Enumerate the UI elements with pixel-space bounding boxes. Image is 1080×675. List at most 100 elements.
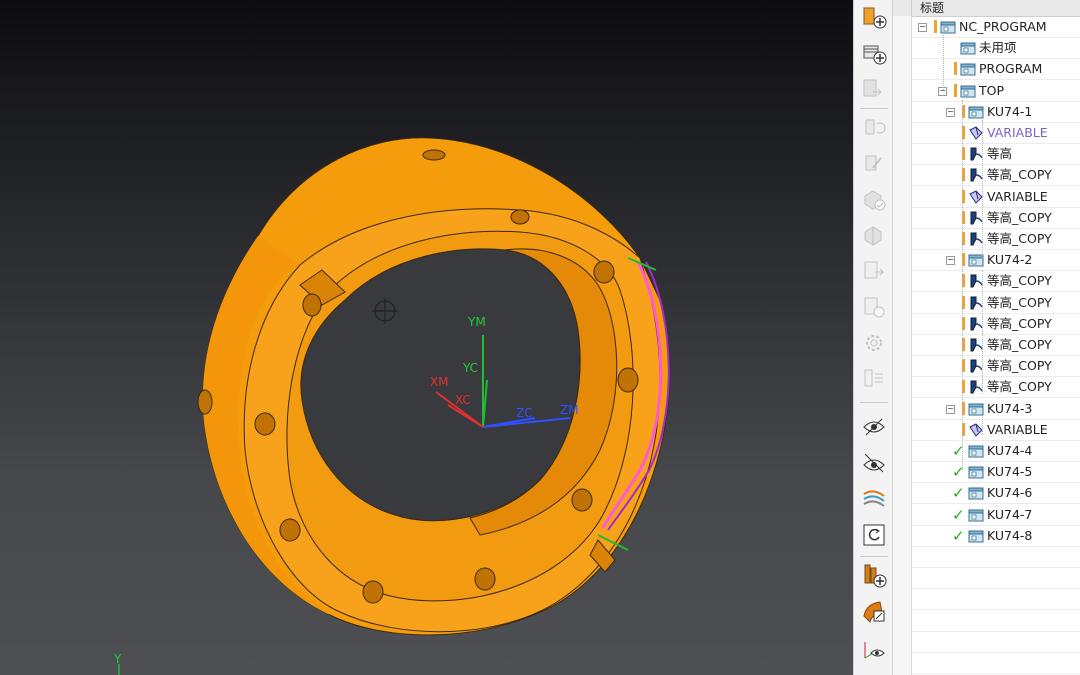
tree-connector bbox=[982, 120, 983, 258]
program-folder-icon bbox=[968, 507, 984, 523]
axis-label-xm: XM bbox=[430, 375, 449, 389]
tree-row[interactable]: 等高_COPY bbox=[912, 356, 1080, 378]
machine-icon[interactable] bbox=[858, 220, 890, 250]
column-header-title[interactable]: 标题 bbox=[920, 0, 944, 16]
status-needs-regen-icon bbox=[954, 62, 957, 76]
tree-row[interactable]: 等高_COPY bbox=[912, 377, 1080, 399]
tree-connector bbox=[982, 417, 983, 434]
bolt-hole bbox=[593, 260, 615, 284]
tree-row-label: NC_PROGRAM bbox=[959, 19, 1047, 34]
program-folder-icon bbox=[968, 401, 984, 417]
operation-navigator: 标题 − NC_PROGRAM 未用项 PROGRAM − TOP − KU74-1 VARIA… bbox=[893, 0, 1080, 675]
program-folder-icon bbox=[960, 40, 976, 56]
program-folder-icon bbox=[968, 528, 984, 544]
status-complete-icon: ✓ bbox=[952, 484, 965, 503]
collapse-toggle[interactable]: − bbox=[918, 23, 927, 32]
bolt-hole bbox=[474, 567, 496, 591]
tree-row[interactable]: ✓ KU74-6 bbox=[912, 483, 1080, 505]
tree-row-label: 等高_COPY bbox=[987, 209, 1052, 225]
tree-row[interactable]: 等高_COPY bbox=[912, 335, 1080, 356]
show-hidden-icon[interactable] bbox=[858, 448, 890, 478]
tree-row-label: 等高_COPY bbox=[987, 231, 1052, 246]
triad-label-y: Y bbox=[113, 652, 122, 666]
program-folder-icon bbox=[968, 443, 984, 459]
settings-icon[interactable] bbox=[858, 328, 890, 358]
program-folder-icon bbox=[960, 61, 976, 77]
tree-row[interactable]: ✓ KU74-8 bbox=[912, 526, 1080, 547]
create-tool-icon[interactable] bbox=[858, 560, 890, 590]
tree-row-label: KU74-6 bbox=[987, 485, 1033, 501]
tree-row[interactable]: − KU74-3 bbox=[912, 399, 1080, 420]
tree-row[interactable]: ✓ KU74-7 bbox=[912, 505, 1080, 526]
status-complete-icon: ✓ bbox=[952, 505, 965, 524]
hide-icon[interactable] bbox=[858, 412, 890, 442]
tree-row[interactable]: 等高_COPY bbox=[912, 293, 1080, 314]
create-method-icon[interactable] bbox=[858, 38, 890, 68]
tree-row[interactable]: 等高_COPY bbox=[912, 271, 1080, 293]
collapse-toggle[interactable]: − bbox=[946, 256, 955, 266]
tree-row[interactable]: PROGRAM bbox=[912, 59, 1080, 81]
tree-row[interactable]: 等高 bbox=[912, 144, 1080, 166]
replay-icon[interactable] bbox=[858, 520, 890, 550]
tree-row[interactable]: 未用项 bbox=[912, 38, 1080, 60]
tree-row-label: KU74-2 bbox=[987, 252, 1033, 268]
collapse-toggle[interactable]: − bbox=[946, 404, 955, 414]
tree-row[interactable]: − KU74-2 bbox=[912, 250, 1080, 272]
tree-row[interactable]: ✓ KU74-5 bbox=[912, 462, 1080, 484]
display-path-icon[interactable] bbox=[858, 484, 890, 514]
collapse-toggle[interactable]: − bbox=[946, 107, 955, 117]
tree-row-label: 等高_COPY bbox=[987, 315, 1052, 331]
bolt-hole bbox=[279, 518, 301, 542]
tree-row[interactable]: 等高_COPY bbox=[912, 165, 1080, 187]
tree-row[interactable]: 等高_COPY bbox=[912, 208, 1080, 229]
bolt-hole bbox=[571, 488, 593, 512]
tree-row-label: KU74-1 bbox=[987, 103, 1033, 119]
tree-row[interactable]: − KU74-1 bbox=[912, 102, 1080, 123]
move-operation-icon[interactable] bbox=[858, 74, 890, 104]
tree-row[interactable]: VARIABLE bbox=[912, 123, 1080, 144]
bolt-hole bbox=[510, 209, 530, 225]
program-folder-icon bbox=[968, 104, 984, 120]
generate-icon[interactable] bbox=[858, 148, 890, 178]
tree-row-label: 等高_COPY bbox=[987, 167, 1052, 183]
tree-row-label: 等高 bbox=[987, 146, 1013, 162]
display-axis-icon[interactable] bbox=[858, 634, 890, 664]
post-process-icon[interactable] bbox=[858, 256, 890, 286]
tree-row-label: 等高_COPY bbox=[987, 273, 1052, 289]
tree-row[interactable]: 等高_COPY bbox=[912, 314, 1080, 335]
create-geometry-icon[interactable] bbox=[858, 596, 890, 626]
verify-icon[interactable] bbox=[858, 184, 890, 214]
tree-row-label: 未用项 bbox=[979, 40, 1017, 56]
program-folder-icon bbox=[960, 83, 976, 99]
tree-connector bbox=[982, 270, 983, 394]
program-folder-icon bbox=[968, 485, 984, 501]
graphics-window[interactable]: YM YC XM XC ZC ZM Y bbox=[0, 0, 853, 675]
part-model[interactable]: YM YC XM XC ZC ZM Y bbox=[0, 0, 853, 675]
axis-label-zc: ZC bbox=[516, 406, 533, 420]
status-needs-regen-icon bbox=[954, 83, 957, 97]
tree-row[interactable]: VARIABLE bbox=[912, 420, 1080, 441]
status-complete-icon: ✓ bbox=[952, 526, 965, 545]
axis-label-yc: YC bbox=[462, 361, 478, 375]
tree-row-label: KU74-4 bbox=[987, 443, 1033, 458]
tree-connector bbox=[943, 30, 944, 90]
tree-row[interactable]: VARIABLE bbox=[912, 187, 1080, 208]
view-triad: Y bbox=[113, 652, 122, 675]
tree-row[interactable]: − TOP bbox=[912, 81, 1080, 102]
axis-label-ym: YM bbox=[467, 315, 486, 329]
tree-row-label: TOP bbox=[979, 82, 1005, 98]
empty-row bbox=[912, 589, 1080, 611]
tree-row[interactable]: − NC_PROGRAM bbox=[912, 17, 1080, 38]
list-icon[interactable] bbox=[858, 364, 890, 394]
create-program-icon[interactable] bbox=[858, 2, 890, 32]
navigator-header: 标题 bbox=[893, 0, 1080, 17]
resource-toolbar bbox=[853, 0, 893, 675]
status-needs-regen-icon bbox=[934, 20, 937, 33]
bolt-hole bbox=[362, 580, 384, 604]
tree-row-label: KU74-5 bbox=[987, 464, 1033, 480]
tree-row[interactable]: ✓ KU74-4 bbox=[912, 441, 1080, 462]
tree-row[interactable]: 等高_COPY bbox=[912, 229, 1080, 250]
axis-label-zm: ZM bbox=[560, 403, 579, 417]
shop-doc-icon[interactable] bbox=[858, 292, 890, 322]
reorder-icon[interactable] bbox=[858, 112, 890, 142]
